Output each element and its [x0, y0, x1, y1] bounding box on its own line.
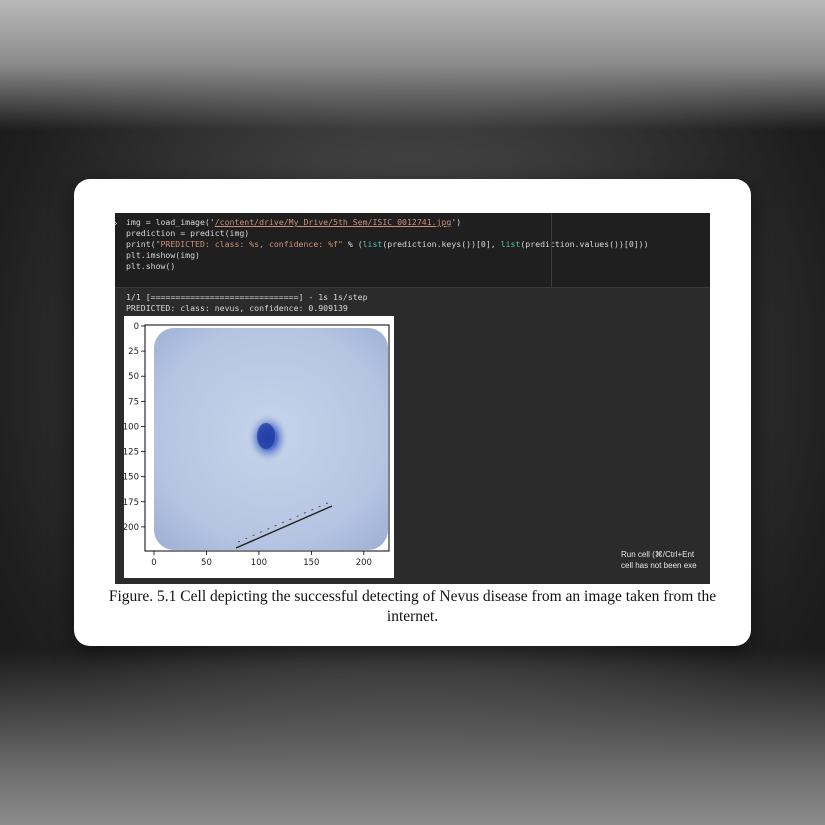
code-token: plt.show(): [126, 261, 176, 271]
figure-card: › img = load_image('/content/drive/My Dr…: [74, 179, 751, 646]
code-token: /content/drive/My Drive/5th Sem/ISIC_001…: [214, 217, 452, 227]
code-line: plt.show(): [126, 261, 175, 272]
tooltip-line-1: Run cell (⌘/Ctrl+Ent: [621, 550, 695, 559]
code-cell[interactable]: › img = load_image('/content/drive/My Dr…: [115, 213, 710, 288]
code-token: '): [451, 217, 462, 227]
notebook-screenshot: › img = load_image('/content/drive/My Dr…: [115, 213, 710, 584]
x-tick-label: 50: [201, 558, 212, 568]
code-token: list: [362, 239, 383, 249]
code-token: list: [500, 239, 521, 249]
x-tick-label: 0: [151, 558, 156, 568]
caption-line-2: internet.: [386, 608, 439, 625]
code-token: print(: [126, 239, 156, 249]
code-line: prediction = predict(img): [126, 228, 249, 239]
cell-run-caret-icon[interactable]: ›: [115, 219, 118, 229]
y-tick-label: 0: [134, 322, 139, 332]
background-top: [0, 0, 825, 130]
x-axis-ticks: 0 50 100 150 200: [151, 551, 372, 568]
code-token: prediction = predict(img): [126, 228, 250, 238]
y-axis-ticks: 0 25 50 75 100 125 150 175 200: [124, 322, 145, 533]
code-divider: [551, 213, 552, 287]
code-line: plt.imshow(img): [126, 250, 200, 261]
x-tick-label: 200: [356, 558, 372, 568]
code-token: (prediction.keys())[0],: [382, 239, 501, 249]
figure-caption: Figure. 5.1 Cell depicting the successfu…: [84, 587, 741, 627]
y-tick-label: 200: [124, 523, 139, 533]
code-token: "PREDICTED: class: %s, confidence: %f": [155, 239, 343, 249]
code-token: (prediction.values())[0])): [520, 239, 649, 249]
y-tick-label: 100: [124, 422, 139, 432]
background-bottom: [0, 650, 825, 825]
caption-line-1: Figure. 5.1 Cell depicting the successfu…: [108, 588, 717, 605]
code-token: % (: [342, 239, 363, 249]
x-tick-label: 150: [303, 558, 319, 568]
code-token: img = load_image(': [126, 217, 215, 227]
plot-canvas: 0 25 50 75 100 125 150 175 200 0 50 100 150 200: [124, 322, 390, 568]
y-tick-label: 175: [124, 498, 139, 508]
output-progress: 1/1 [==============================] - 1…: [126, 292, 368, 302]
nevus-core: [257, 423, 275, 449]
code-line: img = load_image('/content/drive/My Driv…: [126, 217, 461, 228]
y-tick-label: 125: [124, 448, 139, 458]
run-cell-tooltip: Run cell (⌘/Ctrl+Ent cell has not been e…: [621, 549, 710, 579]
y-tick-label: 25: [128, 347, 139, 357]
y-tick-label: 75: [128, 397, 139, 407]
x-tick-label: 100: [251, 558, 267, 568]
code-token: plt.imshow(img): [126, 250, 200, 260]
output-prediction: PREDICTED: class: nevus, confidence: 0.9…: [126, 303, 348, 313]
tooltip-line-2: cell has not been exe: [621, 561, 697, 570]
y-tick-label: 150: [124, 473, 139, 483]
y-tick-label: 50: [128, 372, 139, 382]
code-line: print("PREDICTED: class: %s, confidence:…: [126, 239, 649, 250]
imshow-plot: 0 25 50 75 100 125 150 175 200 0 50 100 150 200: [124, 316, 394, 578]
